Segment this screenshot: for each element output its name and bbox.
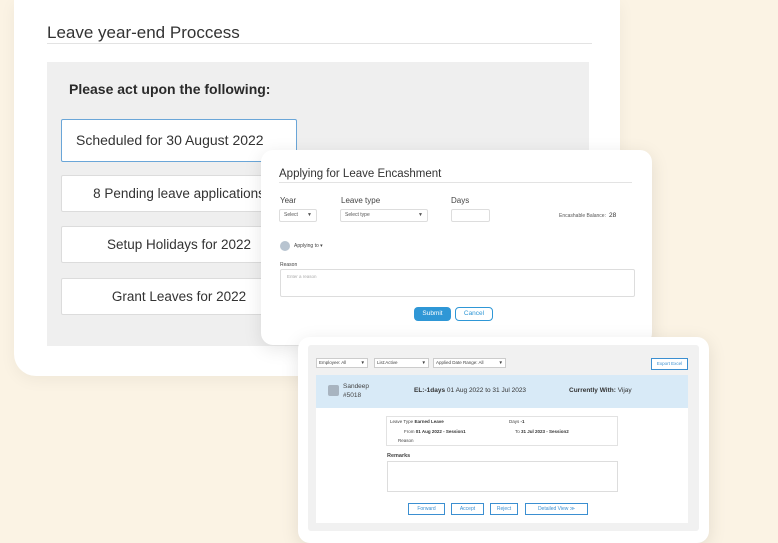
avatar <box>280 241 290 251</box>
reason-label: Reason <box>280 262 298 268</box>
year-label: Year <box>280 196 297 205</box>
leave-type-select-value: Select type <box>345 212 370 218</box>
encashable-balance: Encashable Balance: 28 <box>559 212 616 219</box>
from-row: From 01 Aug 2022 - Session1 <box>404 429 466 434</box>
days-row: Days -1 <box>509 419 525 424</box>
currently-with-label: Currently With: <box>569 387 616 394</box>
from-label: From <box>404 429 415 434</box>
employee-id: #5018 <box>343 392 362 399</box>
leave-type-select[interactable]: Select type ▼ <box>340 209 428 222</box>
chevron-down-icon: ▼ <box>360 360 365 365</box>
reason-input[interactable]: Enter a reason <box>280 269 635 297</box>
chevron-down-icon: ▾ <box>320 243 323 249</box>
employee-filter[interactable]: Employee: All ▼ <box>316 358 368 368</box>
chevron-down-icon: ▼ <box>498 360 503 365</box>
avatar <box>328 385 339 396</box>
remarks-input[interactable] <box>387 461 618 492</box>
leave-detail-table: Leave Type Earned Leave Days -1 From 01 … <box>386 416 618 446</box>
chevron-down-icon: ▼ <box>421 360 426 365</box>
chevron-down-icon: ▼ <box>307 212 312 218</box>
leave-approval-card: Employee: All ▼ List:Active ▼ Applied Da… <box>298 337 709 543</box>
encashable-value: 28 <box>608 212 617 219</box>
chevron-down-icon: ▼ <box>418 212 423 218</box>
submit-button[interactable]: Submit <box>414 307 451 321</box>
title-divider <box>279 182 632 183</box>
page-title: Leave year-end Proccess <box>47 23 240 42</box>
leave-details: Leave Type Earned Leave Days -1 From 01 … <box>316 408 688 523</box>
forward-button[interactable]: Forward <box>408 503 445 515</box>
employee-summary-row[interactable]: Sandeep #5018 EL:-1days 01 Aug 2022 to 3… <box>316 375 688 408</box>
year-select[interactable]: Select ▼ <box>279 209 317 222</box>
days-label: Days <box>509 419 520 424</box>
leave-type-label: Leave type <box>341 196 381 205</box>
accept-button[interactable]: Accept <box>451 503 484 515</box>
from-value: 01 Aug 2022 - Session1 <box>415 429 466 434</box>
days-value: -1 <box>520 419 525 424</box>
el-days: EL:-1days <box>414 387 446 394</box>
leave-type-value: Earned Leave <box>414 419 444 424</box>
reason-label: Reason <box>398 438 414 443</box>
remarks-label: Remarks <box>387 453 411 459</box>
cancel-button[interactable]: Cancel <box>455 307 493 321</box>
list-filter[interactable]: List:Active ▼ <box>374 358 429 368</box>
currently-with-value: Vijay <box>617 387 632 394</box>
leave-type-label: Leave Type <box>390 419 414 424</box>
encashment-title: Applying for Leave Encashment <box>279 168 442 180</box>
leave-days-summary: EL:-1days 01 Aug 2022 to 31 Jul 2023 <box>414 387 526 394</box>
date-range-filter-value: Applied Date Range: All <box>436 360 484 365</box>
to-value: 31 Jul 2023 - Session2 <box>521 429 569 434</box>
to-label: To <box>515 429 520 434</box>
employee-filter-value: Employee: All <box>319 360 347 365</box>
action-prompt: Please act upon the following: <box>69 81 271 97</box>
el-range: 01 Aug 2022 to 31 Jul 2023 <box>446 387 527 394</box>
year-select-value: Select <box>284 212 298 218</box>
leave-encashment-card: Applying for Leave Encashment Year Selec… <box>261 150 652 345</box>
leave-type-row: Leave Type Earned Leave <box>390 419 444 424</box>
applying-to-dropdown[interactable]: Applying to ▾ <box>294 243 323 249</box>
detailed-view-button[interactable]: Detailed View ≫ <box>525 503 588 515</box>
to-row: To 31 Jul 2023 - Session2 <box>515 429 569 434</box>
currently-with: Currently With: Vijay <box>569 387 632 394</box>
list-filter-value: List:Active <box>377 360 398 365</box>
reject-button[interactable]: Reject <box>490 503 518 515</box>
applying-to-label: Applying to <box>294 243 319 249</box>
encashable-label: Encashable Balance: <box>559 213 606 219</box>
days-label: Days <box>451 196 470 205</box>
date-range-filter[interactable]: Applied Date Range: All ▼ <box>433 358 506 368</box>
employee-name: Sandeep <box>343 383 370 390</box>
days-input[interactable] <box>451 209 490 222</box>
approval-panel: Employee: All ▼ List:Active ▼ Applied Da… <box>308 345 699 531</box>
export-excel-button[interactable]: Export Excel <box>651 358 688 370</box>
employee-info: Sandeep #5018 <box>343 382 369 400</box>
title-divider <box>47 43 592 44</box>
